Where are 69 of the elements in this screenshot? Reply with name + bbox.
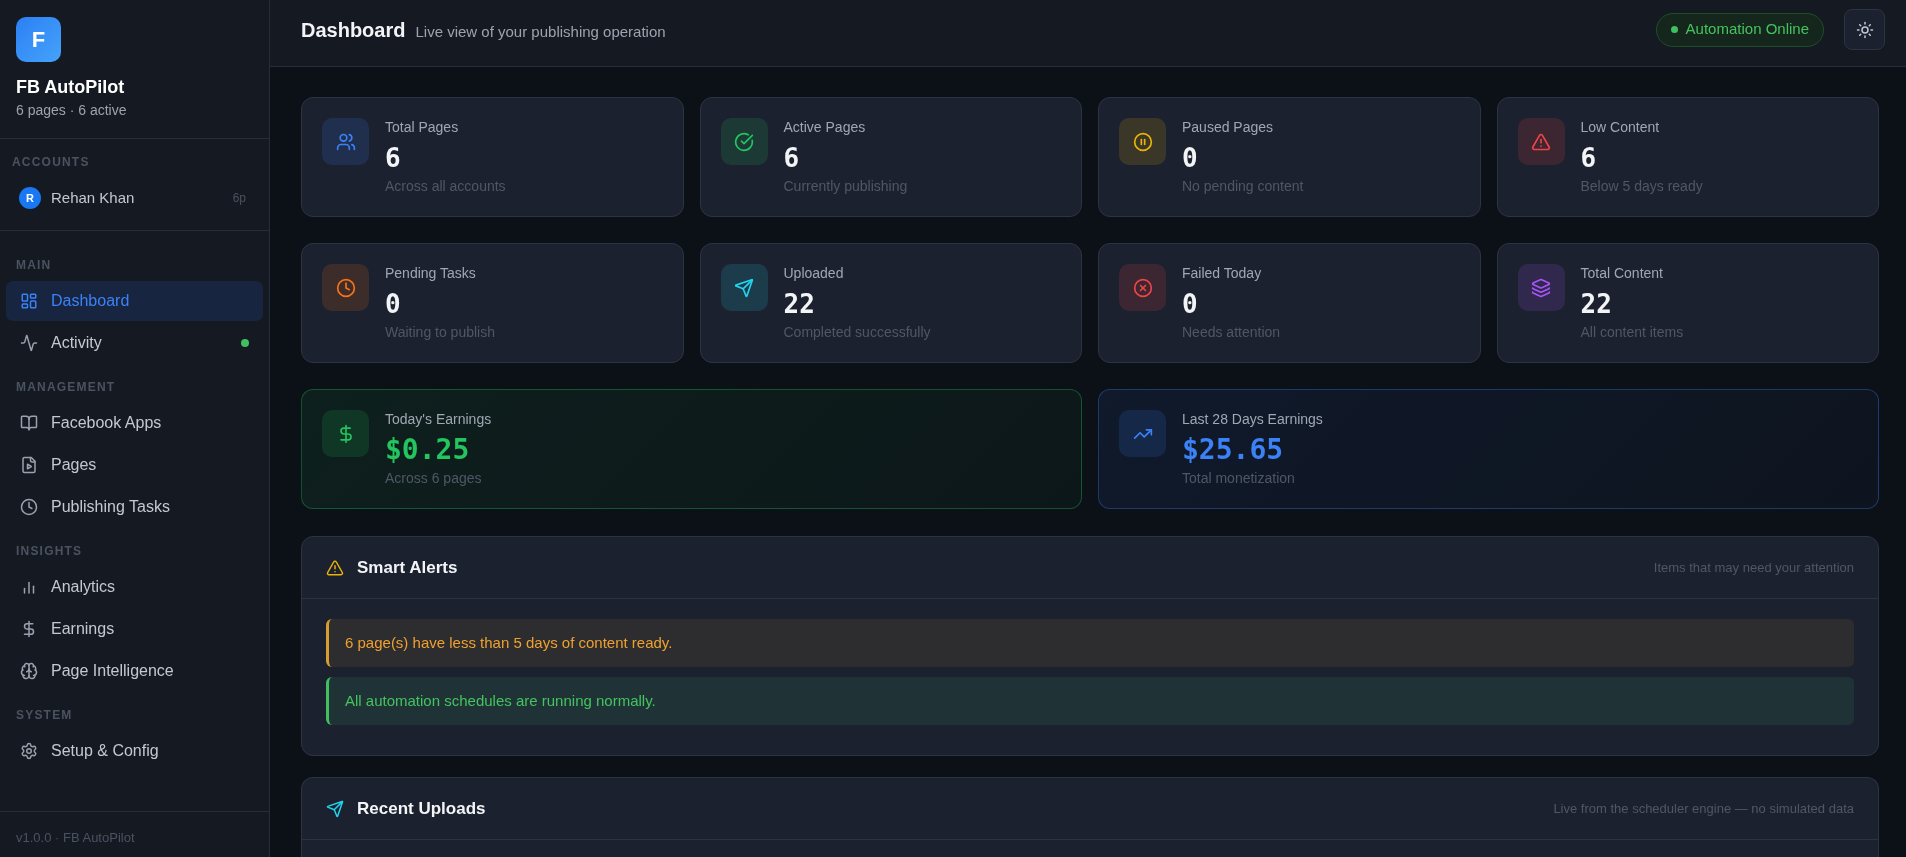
panel-title: Smart Alerts: [357, 556, 458, 579]
earnings-value: $0.25: [385, 434, 471, 466]
book-icon: [20, 414, 38, 432]
section-heading: ACCOUNTS: [12, 154, 91, 170]
app-summary: 6 pages · 6 active: [16, 101, 128, 120]
panel-title: Recent Uploads: [357, 797, 486, 820]
stat-value: 6: [385, 143, 402, 173]
earnings-value: $25.65: [1182, 434, 1285, 466]
dollar-icon: [322, 410, 369, 457]
stat-label: Failed Today: [1182, 264, 1263, 282]
warning-icon: [326, 558, 344, 577]
stat-label: Total Pages: [385, 118, 460, 136]
paper-plane-icon: [720, 264, 768, 311]
earnings-caption: Total monetization: [1182, 469, 1296, 488]
nav-item[interactable]: Earnings: [6, 609, 263, 649]
pulse-icon: [20, 334, 38, 352]
section-heading: INSIGHTS: [15, 543, 84, 559]
stat-value: 0: [385, 289, 402, 319]
page-title: Dashboard: [301, 17, 406, 43]
earnings-label: Last 28 Days Earnings: [1182, 410, 1323, 428]
stat-label: Pending Tasks: [385, 264, 477, 282]
stat-value: 0: [1182, 289, 1199, 319]
nav-item[interactable]: Dashboard: [6, 281, 263, 321]
earnings-label: Today's Earnings: [385, 410, 492, 428]
stat-label: Low Content: [1580, 118, 1661, 136]
section-heading: MAIN: [15, 257, 53, 273]
nav-item[interactable]: Setup & Config: [6, 731, 263, 771]
account-item[interactable]: R Rehan Khan 6p: [12, 184, 257, 212]
warning-icon: [1517, 118, 1565, 165]
file-play-icon: [20, 456, 38, 474]
trend-up-icon: [1119, 410, 1166, 457]
nav-item[interactable]: Pages: [6, 445, 263, 485]
nav-item[interactable]: Analytics: [6, 567, 263, 607]
nav-item[interactable]: Facebook Apps: [6, 403, 263, 443]
clock-icon: [20, 498, 38, 516]
alert-message: All automation schedules are running normally.: [326, 677, 1854, 725]
stat-label: Paused Pages: [1182, 118, 1275, 136]
stat-label: Active Pages: [783, 118, 867, 136]
stat-value: 0: [1182, 143, 1199, 173]
section-heading: MANAGEMENT: [15, 379, 117, 395]
page-count: 6p: [232, 190, 246, 207]
grid-icon: [20, 292, 38, 310]
avatar: R: [19, 187, 41, 209]
clock-icon: [322, 264, 369, 311]
account-name: Rehan Khan: [51, 187, 136, 208]
settings-icon: [20, 742, 38, 760]
layers-icon: [1517, 264, 1565, 311]
nav-item[interactable]: Publishing Tasks: [6, 487, 263, 527]
earnings-caption: Across 6 pages: [385, 469, 483, 488]
stat-value: 6: [1580, 143, 1598, 173]
stat-label: Uploaded: [783, 264, 845, 282]
stat-value: 22: [1580, 289, 1613, 319]
status-label: Automation Online: [1685, 19, 1809, 40]
section-heading: SYSTEM: [15, 707, 74, 723]
nav-item[interactable]: Activity: [6, 323, 263, 363]
page-subtitle: Live view of your publishing operation: [415, 21, 666, 42]
theme-toggle-button[interactable]: [1844, 9, 1885, 50]
stat-value: 22: [783, 289, 816, 319]
nav-item[interactable]: Page Intelligence: [6, 651, 263, 691]
app-logo: F: [16, 17, 61, 62]
users-icon: [322, 118, 369, 165]
stat-value: 6: [783, 143, 801, 173]
alert-message: 6 page(s) have less than 5 days of content ready.: [326, 619, 1854, 667]
stat-label: Total Content: [1580, 264, 1664, 282]
version-label: v1.0.0 · FB AutoPilot: [16, 828, 135, 847]
brain-icon: [20, 662, 38, 680]
app-name: FB AutoPilot: [16, 76, 126, 98]
paper-plane-icon: [326, 799, 344, 818]
sun-icon: [1855, 20, 1874, 39]
